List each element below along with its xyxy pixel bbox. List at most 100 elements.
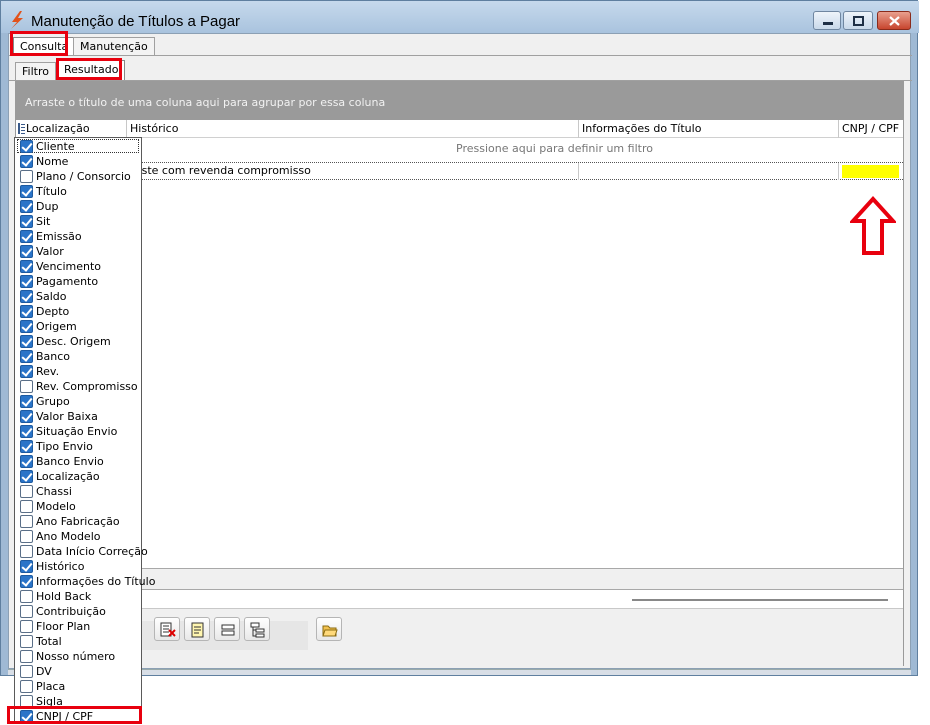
column-checkbox[interactable] [20, 305, 33, 318]
column-option[interactable]: Rev. Compromisso [15, 379, 141, 394]
column-option[interactable]: Plano / Consorcio [15, 169, 141, 184]
collapse-button[interactable] [214, 617, 240, 641]
column-option-label: Nome [36, 155, 69, 168]
column-option[interactable]: Grupo [15, 394, 141, 409]
column-option[interactable]: Rev. [15, 364, 141, 379]
maximize-button[interactable] [843, 11, 873, 30]
expand-button[interactable] [244, 617, 270, 641]
minimize-button[interactable] [813, 11, 841, 30]
column-option[interactable]: Ano Modelo [15, 529, 141, 544]
column-option[interactable]: Banco [15, 349, 141, 364]
column-option[interactable]: Valor [15, 244, 141, 259]
column-checkbox[interactable] [20, 605, 33, 618]
column-option[interactable]: Ano Fabricação [15, 514, 141, 529]
expand-tree-icon [250, 622, 265, 638]
column-option[interactable]: Histórico [15, 559, 141, 574]
column-option[interactable]: Valor Baixa [15, 409, 141, 424]
column-option[interactable]: Chassi [15, 484, 141, 499]
column-checkbox[interactable] [20, 455, 33, 468]
column-checkbox[interactable] [20, 140, 33, 153]
column-checkbox[interactable] [20, 335, 33, 348]
column-checkbox[interactable] [20, 170, 33, 183]
column-option[interactable]: Total [15, 634, 141, 649]
column-checkbox[interactable] [20, 515, 33, 528]
column-checkbox[interactable] [20, 260, 33, 273]
column-option[interactable]: Dup [15, 199, 141, 214]
column-checkbox[interactable] [20, 680, 33, 693]
column-header-localizacao[interactable]: Localização [16, 120, 126, 138]
report-button[interactable] [184, 617, 210, 641]
horizontal-scrollbar[interactable] [632, 599, 888, 601]
column-option[interactable]: Banco Envio [15, 454, 141, 469]
column-checkbox[interactable] [20, 500, 33, 513]
title-bar[interactable]: Manutenção de Títulos a Pagar [1, 1, 919, 33]
column-header-cnpj-cpf[interactable]: CNPJ / CPF [838, 120, 903, 138]
group-by-panel[interactable]: Arraste o título de uma coluna aqui para… [16, 82, 903, 120]
column-checkbox[interactable] [20, 470, 33, 483]
column-checkbox[interactable] [20, 185, 33, 198]
column-option[interactable]: Modelo [15, 499, 141, 514]
column-checkbox[interactable] [20, 350, 33, 363]
column-checkbox[interactable] [20, 290, 33, 303]
column-checkbox[interactable] [20, 440, 33, 453]
column-option[interactable]: Pagamento [15, 274, 141, 289]
column-header-historico[interactable]: Histórico [126, 120, 578, 138]
column-option[interactable]: Título [15, 184, 141, 199]
column-header-informacoes[interactable]: Informações do Título [578, 120, 838, 138]
column-checkbox[interactable] [20, 545, 33, 558]
column-checkbox[interactable] [20, 230, 33, 243]
column-option[interactable]: Contribuição [15, 604, 141, 619]
column-option[interactable]: Saldo [15, 289, 141, 304]
column-checkbox[interactable] [20, 530, 33, 543]
column-option[interactable]: Placa [15, 679, 141, 694]
column-option[interactable]: Cliente [15, 139, 141, 154]
cell-informacoes[interactable] [578, 163, 838, 180]
column-checkbox[interactable] [20, 575, 33, 588]
column-checkbox[interactable] [20, 620, 33, 633]
column-checkbox[interactable] [20, 425, 33, 438]
column-option[interactable]: Floor Plan [15, 619, 141, 634]
column-checkbox[interactable] [20, 245, 33, 258]
column-checkbox[interactable] [20, 635, 33, 648]
column-option[interactable]: Localização [15, 469, 141, 484]
column-option[interactable]: Hold Back [15, 589, 141, 604]
cell-cnpj-cpf[interactable] [838, 163, 903, 180]
column-checkbox[interactable] [20, 410, 33, 423]
column-option[interactable]: Origem [15, 319, 141, 334]
column-option[interactable]: DV [15, 664, 141, 679]
column-checkbox[interactable] [20, 380, 33, 393]
column-option-label: Contribuição [36, 605, 106, 618]
column-option[interactable]: Desc. Origem [15, 334, 141, 349]
column-checkbox[interactable] [20, 485, 33, 498]
column-checkbox[interactable] [20, 155, 33, 168]
column-option[interactable]: Depto [15, 304, 141, 319]
table-row[interactable]: Teste com revenda compromisso [16, 162, 903, 180]
column-checkbox[interactable] [20, 275, 33, 288]
close-button[interactable] [877, 11, 911, 30]
open-folder-button[interactable] [316, 617, 342, 641]
column-checkbox[interactable] [20, 215, 33, 228]
tab-filtro[interactable]: Filtro [15, 62, 56, 80]
column-checkbox[interactable] [20, 650, 33, 663]
column-option[interactable]: Emissão [15, 229, 141, 244]
column-chooser-dropdown[interactable]: Cliente Nome Plano / Consorcio Título Dup Sit… [14, 137, 155, 724]
column-checkbox[interactable] [20, 200, 33, 213]
column-option[interactable]: Informações do Título [15, 574, 155, 589]
cell-historico[interactable]: Teste com revenda compromisso [126, 163, 578, 180]
column-checkbox[interactable] [20, 560, 33, 573]
tab-manutencao[interactable]: Manutenção [73, 37, 155, 55]
column-option[interactable]: Data Início Correção [15, 544, 148, 559]
column-option[interactable]: Tipo Envio [15, 439, 141, 454]
column-checkbox[interactable] [20, 395, 33, 408]
column-checkbox[interactable] [20, 365, 33, 378]
column-option[interactable]: Sit [15, 214, 141, 229]
column-option[interactable]: Nome [15, 154, 141, 169]
column-option[interactable]: Vencimento [15, 259, 141, 274]
export-button[interactable] [154, 617, 180, 641]
column-option[interactable]: Nosso número [15, 649, 141, 664]
filter-row[interactable]: Pressione aqui para definir um filtro [16, 139, 903, 159]
column-checkbox[interactable] [20, 590, 33, 603]
column-option[interactable]: Situação Envio [15, 424, 141, 439]
column-checkbox[interactable] [20, 320, 33, 333]
column-checkbox[interactable] [20, 665, 33, 678]
